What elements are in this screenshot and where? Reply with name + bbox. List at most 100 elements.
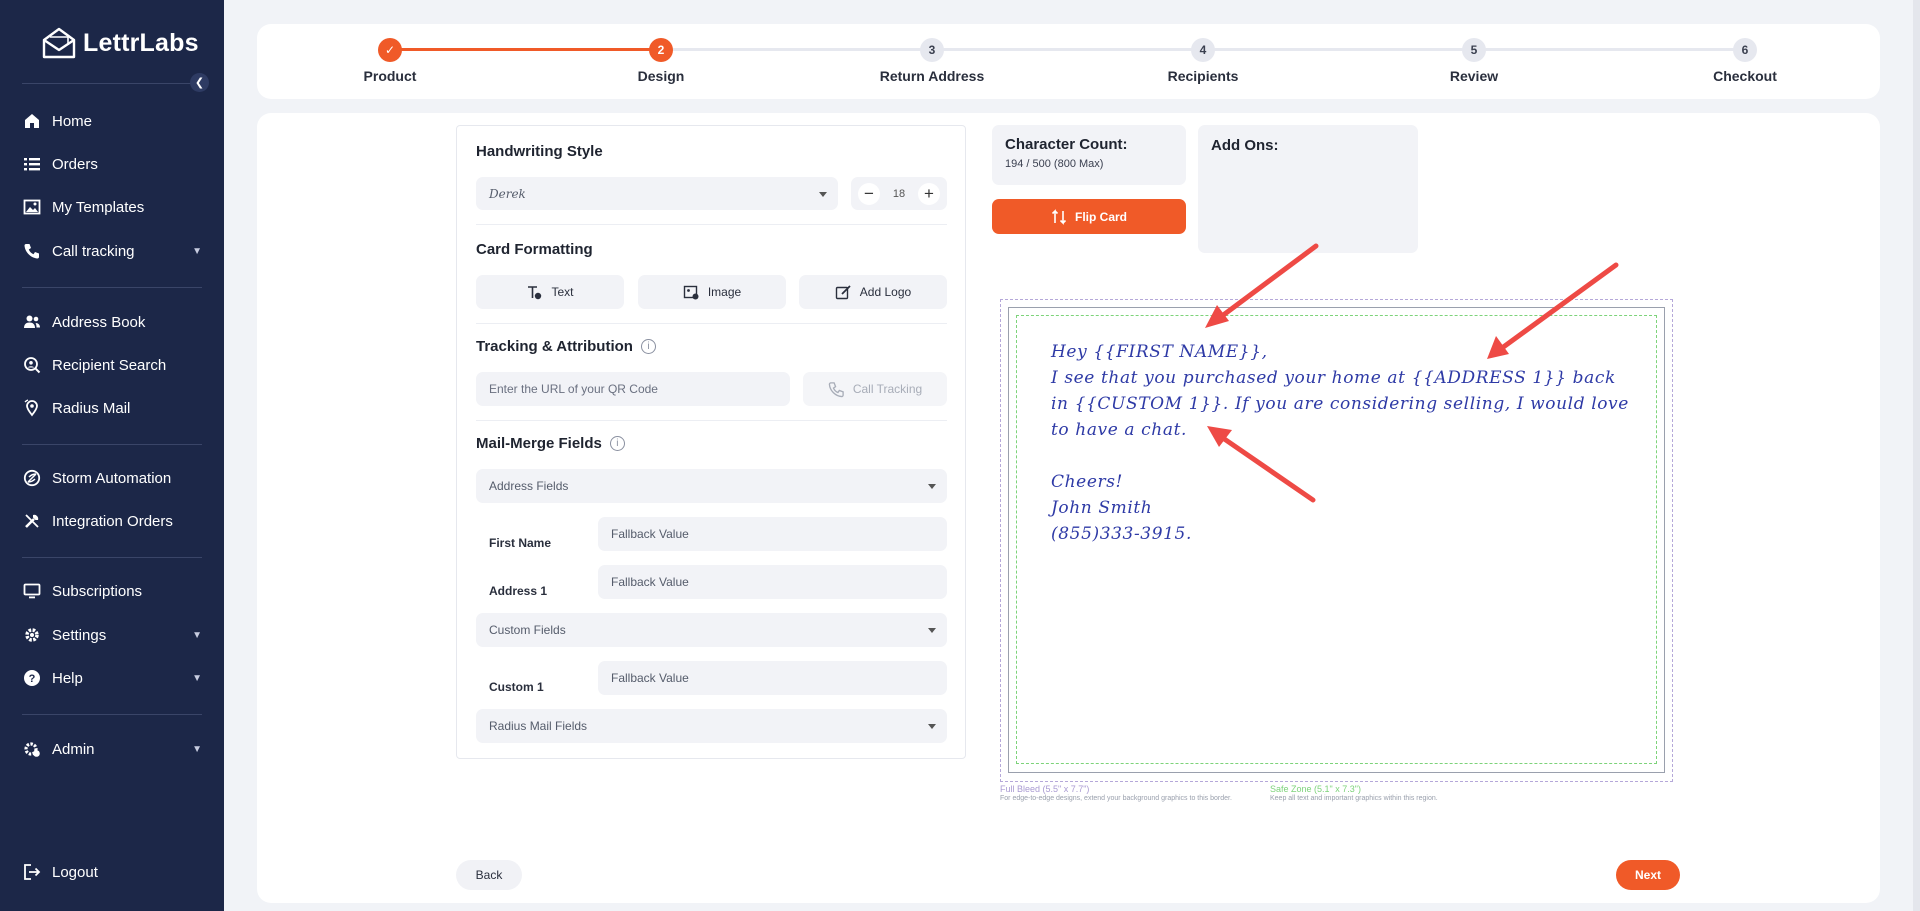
next-button[interactable]: Next (1616, 860, 1680, 890)
font-size-value: 18 (892, 187, 906, 200)
sidebar-item-my-templates[interactable]: My Templates (22, 191, 202, 223)
back-button[interactable]: Back (456, 860, 522, 890)
step-return-address[interactable]: 3 Return Address (872, 38, 992, 84)
chevron-down-icon: ▼ (192, 629, 202, 641)
sidebar-item-address-book[interactable]: Address Book (22, 306, 202, 338)
sidebar-item-admin[interactable]: Admin ▼ (22, 733, 202, 765)
chevron-down-icon: ▼ (192, 743, 202, 755)
storm-icon (22, 468, 42, 488)
safe-zone-label: Safe Zone (5.1" x 7.3") (1270, 784, 1361, 794)
image-icon (683, 285, 699, 299)
brand-logo[interactable]: LettrLabs (41, 26, 199, 60)
qr-code-url-input[interactable] (476, 372, 790, 406)
increase-size-button[interactable]: + (918, 182, 940, 205)
sidebar-item-label: Settings (52, 626, 107, 644)
chevron-down-icon: ▼ (192, 245, 202, 257)
message-line: I see that you purchased your home at {{… (1051, 368, 1616, 388)
step-number: 4 (1191, 38, 1215, 62)
dropdown-label: Address Fields (489, 479, 569, 493)
collapse-sidebar-button[interactable]: ❮ (190, 73, 209, 92)
sidebar-item-help[interactable]: ? Help ▼ (22, 662, 202, 694)
sidebar-item-label: Admin (52, 740, 95, 758)
help-icon: ? (22, 668, 42, 688)
section-title: Handwriting Style (476, 143, 603, 160)
card-message-text[interactable]: Hey {{FIRST NAME}}, I see that you purch… (1051, 339, 1631, 547)
radius-icon (22, 398, 42, 418)
address-fields-dropdown[interactable]: Address Fields (476, 469, 947, 503)
sidebar-item-label: Radius Mail (52, 399, 131, 417)
button-label: Add Logo (859, 285, 912, 299)
add-image-button[interactable]: Image (638, 275, 786, 309)
radius-mail-fields-dropdown[interactable]: Radius Mail Fields (476, 709, 947, 743)
sidebar-item-label: My Templates (52, 198, 145, 216)
check-icon: ✓ (378, 38, 402, 62)
step-design[interactable]: 2 Design (601, 38, 721, 84)
full-bleed-label: Full Bleed (5.5" x 7.7") (1000, 784, 1090, 794)
divider (22, 83, 202, 84)
custom-fields-dropdown[interactable]: Custom Fields (476, 613, 947, 647)
add-text-button[interactable]: Text (476, 275, 624, 309)
step-product[interactable]: ✓ Product (330, 38, 450, 84)
step-review[interactable]: 5 Review (1414, 38, 1534, 84)
button-label: Call Tracking (852, 382, 923, 396)
sidebar-item-label: Recipient Search (52, 356, 167, 374)
divider (476, 323, 947, 324)
sidebar-item-label: Address Book (52, 313, 146, 331)
divider (22, 714, 202, 715)
divider (476, 224, 947, 225)
sidebar-item-logout[interactable]: Logout (22, 856, 202, 888)
placeholder-text: Fallback Value (611, 575, 689, 589)
decrease-size-button[interactable]: − (858, 182, 880, 205)
gear-icon (22, 625, 42, 645)
sidebar-item-integration-orders[interactable]: Integration Orders (22, 505, 202, 537)
call-tracking-button[interactable]: Call Tracking (803, 372, 947, 406)
phone-icon (22, 241, 42, 261)
custom1-label: Custom 1 (489, 680, 544, 694)
sidebar-item-orders[interactable]: Orders (22, 148, 202, 180)
tools-icon (22, 511, 42, 531)
info-icon[interactable]: i (609, 436, 625, 451)
sidebar-item-label: Integration Orders (52, 512, 173, 530)
dropdown-label: Radius Mail Fields (489, 719, 588, 733)
address1-fallback-input[interactable]: Fallback Value (598, 565, 947, 599)
order-stepper: ✓ Product 2 Design 3 Return Address 4 Re… (257, 24, 1880, 99)
divider (22, 287, 202, 288)
brand-name: LettrLabs (83, 28, 199, 57)
logout-icon (22, 862, 42, 882)
flip-card-button[interactable]: Flip Card (992, 199, 1186, 234)
button-label: Next (1634, 868, 1661, 882)
step-recipients[interactable]: 4 Recipients (1143, 38, 1263, 84)
list-icon (22, 154, 42, 174)
step-checkout[interactable]: 6 Checkout (1685, 38, 1805, 84)
character-count-value: 194 / 500 (800 Max) (1005, 158, 1104, 170)
message-line: Hey {{FIRST NAME}}, (1051, 342, 1268, 362)
page-scrollbar[interactable] (1913, 0, 1920, 911)
svg-text:?: ? (29, 673, 36, 685)
message-line: to have a chat. (1051, 420, 1188, 440)
button-label: Flip Card (1074, 209, 1127, 224)
monitor-icon (22, 581, 42, 601)
button-label: Image (707, 285, 742, 299)
sidebar-item-label: Call tracking (52, 242, 135, 260)
custom1-fallback-input[interactable]: Fallback Value (598, 661, 947, 695)
step-number: 5 (1462, 38, 1486, 62)
first-name-fallback-input[interactable]: Fallback Value (598, 517, 947, 551)
add-logo-button[interactable]: Add Logo (799, 275, 947, 309)
message-line: John Smith (1051, 498, 1153, 518)
envelope-logo-icon (42, 27, 76, 59)
message-line: (855)333-3915. (1051, 524, 1192, 544)
sidebar-item-settings[interactable]: Settings ▼ (22, 619, 202, 651)
sidebar-item-radius-mail[interactable]: Radius Mail (22, 392, 202, 424)
sidebar-item-subscriptions[interactable]: Subscriptions (22, 575, 202, 607)
address1-label: Address 1 (489, 584, 548, 598)
info-icon[interactable]: i (640, 339, 656, 354)
caret-down-icon (928, 484, 936, 489)
sidebar-item-recipient-search[interactable]: Recipient Search (22, 349, 202, 381)
handwriting-style-select[interactable]: Derek (476, 177, 838, 210)
divider (476, 420, 947, 421)
sidebar: LettrLabs ❮ Home Orders My Templates Cal… (0, 0, 224, 911)
sidebar-item-storm-automation[interactable]: Storm Automation (22, 462, 202, 494)
sidebar-item-call-tracking[interactable]: Call tracking ▼ (22, 235, 202, 267)
sidebar-item-home[interactable]: Home (22, 105, 202, 137)
